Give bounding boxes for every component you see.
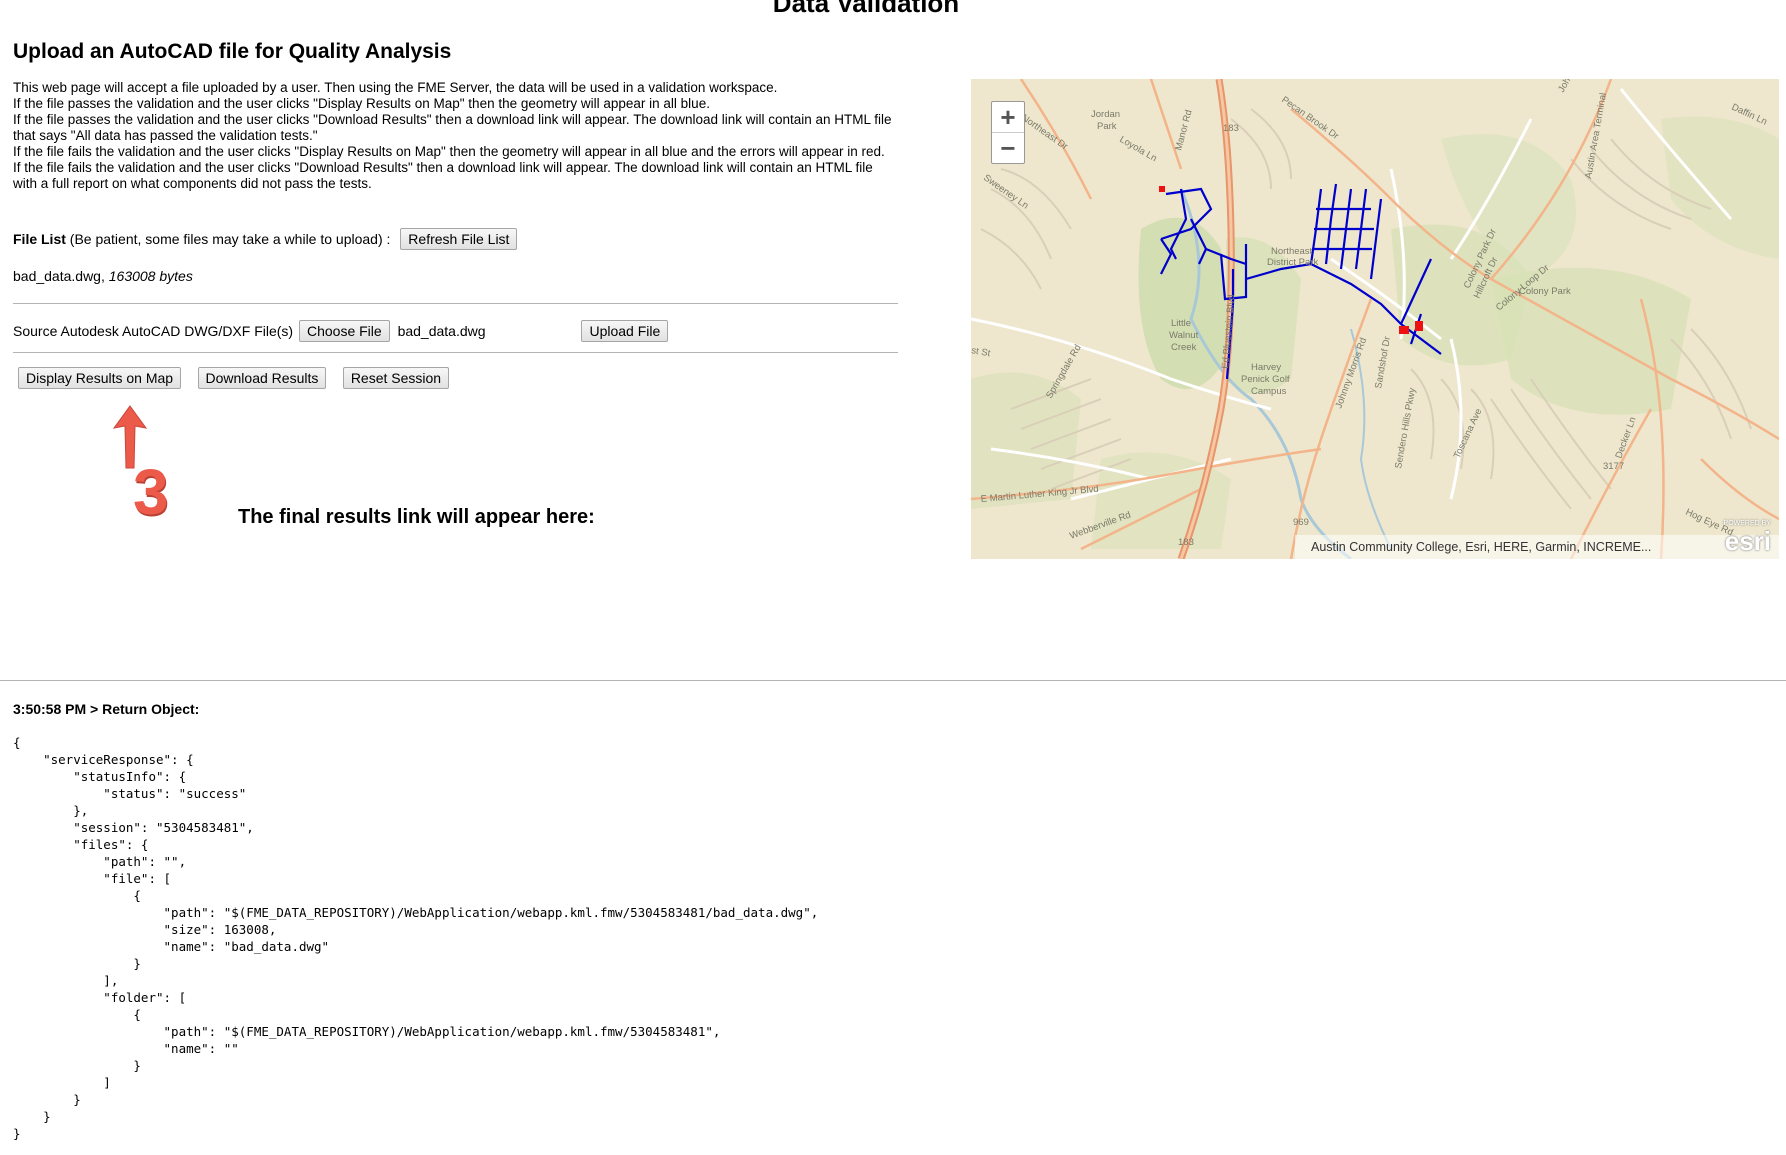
map-label: 183 [1178, 537, 1194, 548]
description-line: If the file fails the validation and the… [13, 160, 873, 191]
map-attribution: Austin Community College, Esri, HERE, Ga… [1295, 535, 1779, 559]
description: This web page will accept a file uploade… [13, 80, 893, 192]
display-results-button[interactable]: Display Results on Map [18, 367, 182, 389]
zoom-out-button[interactable]: − [992, 133, 1024, 163]
description-line: This web page will accept a file uploade… [13, 80, 778, 95]
divider [13, 303, 898, 304]
map-label: 3177 [1603, 461, 1624, 472]
section-heading: Upload an AutoCAD file for Quality Analy… [13, 40, 452, 63]
file-entry-name: bad_data.dwg, [13, 268, 105, 284]
results-link-label: The final results link will appear here: [238, 506, 595, 528]
log-divider [0, 680, 1786, 681]
map-view[interactable]: Jordan Park Loyola Ln Manor Rd 183 Pecan… [971, 79, 1779, 559]
map-label: Little [1171, 318, 1191, 329]
file-list-label: File List [13, 231, 66, 247]
map-label: 183 [1223, 123, 1239, 134]
chosen-file-name: bad_data.dwg [397, 323, 486, 339]
map-label: Park [1097, 121, 1117, 132]
map-label: Harvey [1251, 362, 1281, 373]
map-label: Jordan [1091, 109, 1120, 120]
download-results-button[interactable]: Download Results [197, 367, 327, 389]
map-label: Creek [1171, 342, 1197, 353]
map-zoom-control: + − [991, 101, 1025, 164]
source-file-label: Source Autodesk AutoCAD DWG/DXF File(s) [13, 323, 294, 339]
file-entry: bad_data.dwg, 163008 bytes [13, 268, 193, 284]
map-label: Penick Golf [1241, 374, 1290, 385]
log-header: 3:50:58 PM > Return Object: [13, 701, 200, 717]
map-label: Colony Park [1519, 286, 1571, 297]
map-attribution-text: Austin Community College, Esri, HERE, Ga… [1311, 540, 1652, 554]
file-list-hint: (Be patient, some files may take a while… [69, 231, 391, 247]
choose-file-button[interactable]: Choose File [298, 320, 390, 342]
description-line: If the file passes the validation and th… [13, 112, 892, 143]
file-list-row: File List (Be patient, some files may ta… [13, 228, 518, 250]
description-line: If the file passes the validation and th… [13, 96, 710, 111]
reset-session-button[interactable]: Reset Session [342, 367, 450, 389]
map-label: Walnut [1169, 330, 1199, 341]
description-line: If the file fails the validation and the… [13, 144, 885, 159]
esri-logo: POWERED BY esri [1724, 520, 1771, 555]
basemap: Jordan Park Loyola Ln Manor Rd 183 Pecan… [971, 79, 1779, 559]
page-title: Data Validation [772, 0, 960, 18]
upload-file-button[interactable]: Upload File [581, 320, 669, 342]
map-label: Campus [1251, 386, 1287, 397]
map-label: 969 [1293, 517, 1309, 528]
map-label: Northeast [1271, 246, 1313, 257]
source-file-row: Source Autodesk AutoCAD DWG/DXF File(s) … [13, 320, 669, 342]
esri-logo-text: esri [1724, 526, 1771, 556]
action-buttons: Display Results on Map Download Results … [18, 367, 461, 389]
file-entry-size: 163008 bytes [108, 268, 193, 284]
map-label: District Park [1267, 257, 1318, 268]
divider [13, 352, 898, 353]
refresh-file-list-button[interactable]: Refresh File List [400, 228, 518, 250]
zoom-in-button[interactable]: + [992, 102, 1024, 132]
return-object-json: { "serviceResponse": { "statusInfo": { "… [13, 735, 819, 1141]
annotation-step-number: 3 [133, 456, 169, 528]
